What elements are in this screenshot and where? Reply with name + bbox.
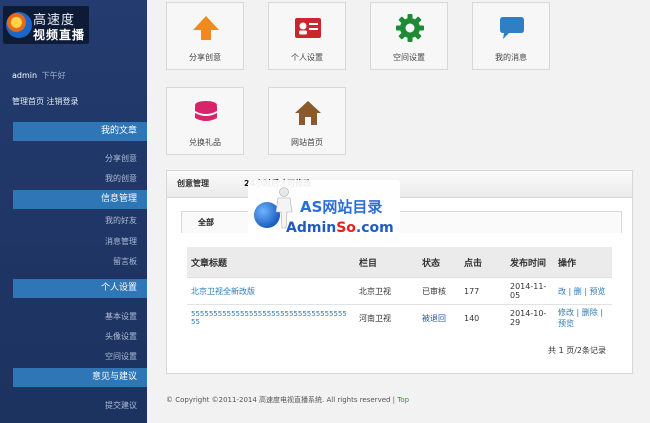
menu-item-my-ideas[interactable]: 我的创意 [105,173,137,184]
admin-home-link[interactable]: 管理首页 [12,97,44,106]
col-status: 状态 [418,247,460,278]
articles-table: 文章标题 栏目 状态 点击 发布时间 操作 北京卫视全新改版 北京卫视 已审核 … [187,247,612,331]
row-clicks: 140 [460,304,506,331]
tile-personal-settings[interactable]: 个人设置 [268,2,346,70]
menu-item-basic-settings[interactable]: 基本设置 [105,311,137,322]
row-date: 2014-11-05 [506,277,554,305]
tile-space-settings[interactable]: 空间设置 [370,2,448,70]
top-link[interactable]: Top [397,396,409,404]
menu-item-share-idea[interactable]: 分享创意 [105,153,137,164]
tile-site-home[interactable]: 网站首页 [268,87,346,155]
table-row: 北京卫视全新改版 北京卫视 已审核 177 2014-11-05 改 | 删 |… [187,277,612,305]
menu-head-personal-settings[interactable]: 个人设置 [13,279,147,298]
arrow-up-icon [193,16,219,40]
row-clicks: 177 [460,277,506,305]
database-icon [195,101,217,121]
menu-item-submit-suggestion[interactable]: 提交建议 [105,400,137,411]
brand-logo[interactable]: 高速度 视频直播 [3,6,89,44]
col-clicks: 点击 [460,247,506,278]
table-row: 5555555555555555555555555555555555555 河南… [187,304,612,331]
copyright-text: © Copyright ©2011-2014 高速度电视直播系统. All ri… [166,396,396,404]
row-category: 河南卫视 [355,304,418,331]
row-title-link[interactable]: 5555555555555555555555555555555555555 [187,304,355,331]
tile-label: 空间设置 [393,53,425,62]
brand-line2: 视频直播 [33,28,86,42]
col-actions: 操作 [554,247,612,278]
tile-my-messages[interactable]: 我的消息 [472,2,550,70]
id-card-icon [295,18,321,38]
row-title-link[interactable]: 北京卫视全新改版 [187,277,355,305]
panel-title: 创意管理 [177,179,209,188]
row-actions[interactable]: 修改 | 删除 | 预览 [554,304,612,331]
col-title: 文章标题 [187,247,355,278]
menu-head-info-management[interactable]: 信息管理 [13,190,147,209]
watermark: AS网站目录 AdminSo.com [248,180,400,242]
house-icon [295,101,321,125]
row-actions[interactable]: 改 | 删 | 预览 [554,277,612,305]
top-links: 管理首页 注销登录 [12,96,79,107]
menu-item-avatar-settings[interactable]: 头像设置 [105,331,137,342]
footer: © Copyright ©2011-2014 高速度电视直播系统. All ri… [166,395,409,405]
chat-bubble-icon [500,17,524,39]
tile-label: 我的消息 [495,53,527,62]
row-status: 已审核 [418,277,460,305]
row-category: 北京卫视 [355,277,418,305]
tile-label: 网站首页 [291,138,323,147]
tile-redeem-gifts[interactable]: 兑换礼品 [166,87,244,155]
watermark-domain: AdminSo.com [286,220,394,236]
menu-item-messages[interactable]: 消息管理 [105,236,137,247]
username: admin [12,71,38,80]
logo-emblem-icon [6,12,32,38]
tile-share-idea[interactable]: 分享创意 [166,2,244,70]
table-header-row: 文章标题 栏目 状态 点击 发布时间 操作 [187,247,612,278]
tile-label: 兑换礼品 [189,138,221,147]
watermark-title: AS网站目录 [300,198,383,216]
menu-head-feedback[interactable]: 意见与建议 [13,368,147,387]
row-status[interactable]: 被退回 [418,304,460,331]
pager-info: 共 1 页/2条记录 [548,346,606,355]
col-category: 栏目 [355,247,418,278]
greeting: 下午好 [41,71,66,80]
menu-item-guestbook[interactable]: 留言板 [113,256,137,267]
menu-item-my-friends[interactable]: 我的好友 [105,215,137,226]
gear-icon [396,14,424,42]
menu-item-space-settings[interactable]: 空间设置 [105,351,137,362]
row-date: 2014-10-29 [506,304,554,331]
col-date: 发布时间 [506,247,554,278]
tab-all[interactable]: 全部 [198,212,214,234]
welcome-text: admin 下午好 [12,70,66,81]
logout-link[interactable]: 注销登录 [47,97,79,106]
menu-head-my-articles[interactable]: 我的文章 [13,122,147,141]
tile-label: 个人设置 [291,53,323,62]
sidebar: 高速度 视频直播 admin 下午好 管理首页 注销登录 我的文章 分享创意 我… [0,0,147,423]
tile-label: 分享创意 [189,53,221,62]
